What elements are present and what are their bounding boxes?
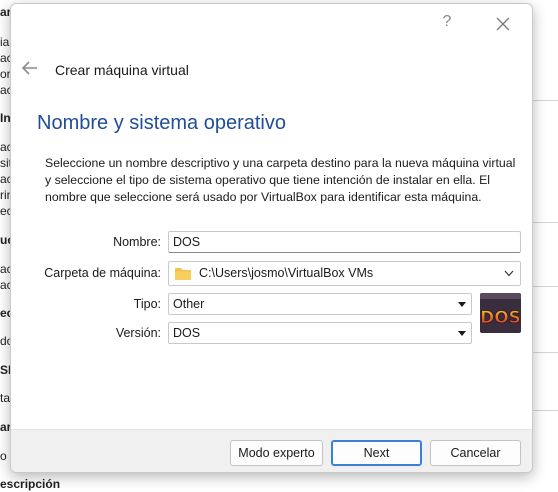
close-button[interactable] — [494, 13, 512, 33]
cancel-button[interactable]: Cancelar — [430, 440, 521, 466]
help-button[interactable]: ? — [439, 13, 455, 33]
next-button[interactable]: Next — [331, 440, 422, 466]
page-title: Nombre y sistema operativo — [37, 112, 286, 134]
name-input[interactable]: DOS — [168, 231, 521, 253]
folder-path: C:\Users\josmo\VirtualBox VMs — [199, 266, 374, 280]
os-type-icon: DOS — [480, 293, 521, 333]
dialog-titlebar: ? — [11, 4, 532, 42]
back-button[interactable] — [21, 60, 39, 76]
background-divider — [530, 100, 558, 101]
background-text: ia — [0, 35, 10, 49]
version-value: DOS — [173, 326, 201, 340]
page-description: Seleccione un nombre descriptivo y una c… — [45, 156, 516, 204]
dropdown-arrow-icon — [458, 331, 466, 336]
folder-select[interactable]: C:\Users\josmo\VirtualBox VMs — [168, 261, 521, 286]
version-label: Versión: — [115, 326, 161, 340]
close-icon — [496, 17, 510, 31]
type-select[interactable]: Other — [168, 293, 472, 315]
background-text: ta — [0, 391, 11, 405]
dialog-footer: Modo experto Next Cancelar — [11, 429, 532, 472]
dropdown-arrow-icon — [458, 302, 466, 307]
version-select[interactable]: DOS — [168, 322, 472, 344]
create-vm-dialog: ? Crear máquina virtual Nombre y sistema… — [10, 3, 533, 473]
background-divider — [530, 352, 558, 353]
folder-icon — [175, 268, 191, 280]
type-label: Tipo: — [133, 297, 161, 311]
name-label: Nombre: — [113, 235, 161, 249]
background-divider — [530, 222, 558, 223]
folder-label: Carpeta de máquina: — [44, 266, 161, 280]
expert-mode-button[interactable]: Modo experto — [230, 440, 323, 466]
type-value: Other — [173, 297, 205, 311]
arrow-left-icon — [21, 61, 37, 75]
chevron-down-icon[interactable] — [504, 270, 514, 277]
os-icon-text: DOS — [480, 308, 521, 328]
wizard-title: Crear máquina virtual — [55, 62, 189, 78]
background-divider — [530, 286, 558, 287]
background-text: o — [0, 449, 7, 463]
background-text: escripción — [0, 477, 61, 491]
background-divider — [530, 410, 558, 411]
